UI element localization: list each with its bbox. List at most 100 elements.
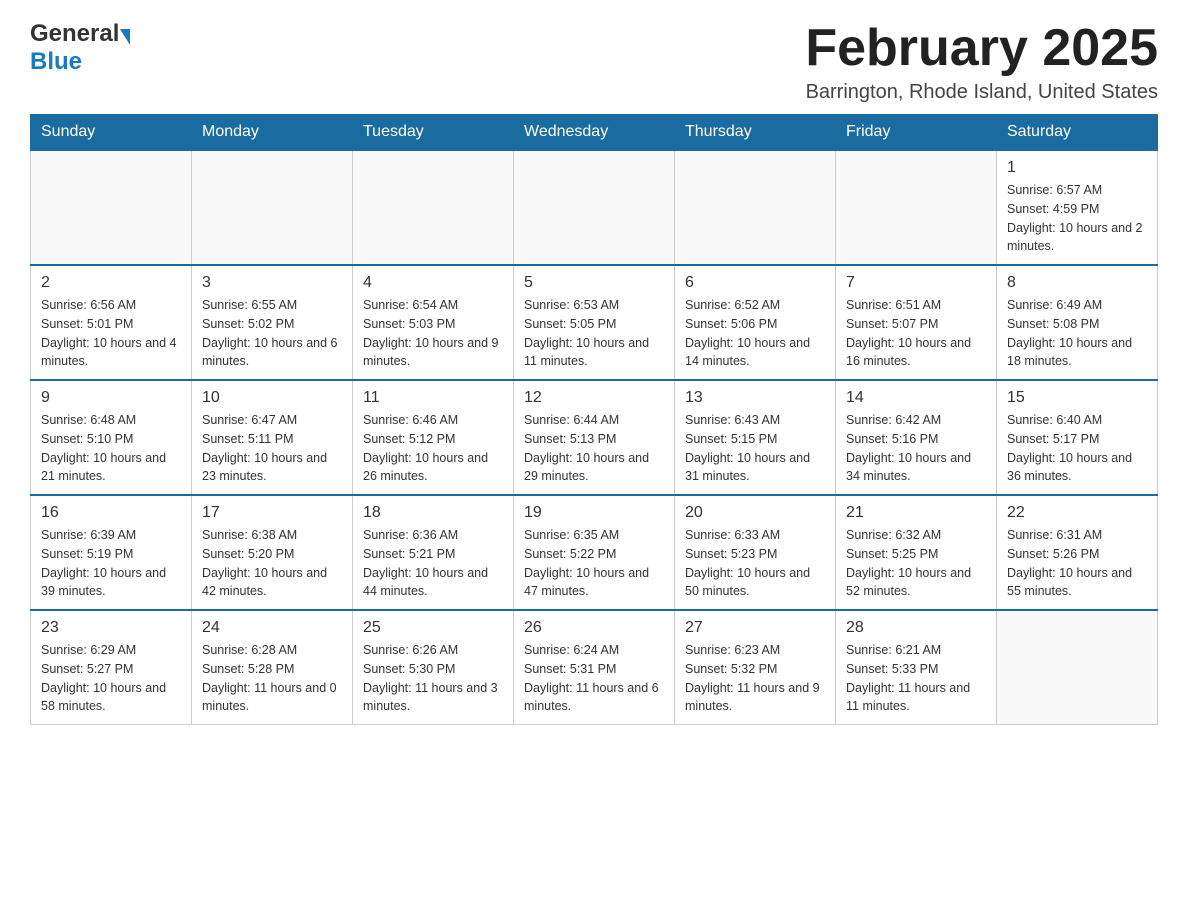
calendar-week-row: 23 Sunrise: 6:29 AM Sunset: 5:27 PM Dayli…: [31, 610, 1158, 725]
day-info: Sunrise: 6:52 AM Sunset: 5:06 PM Dayligh…: [685, 296, 825, 371]
calendar-cell: 27 Sunrise: 6:23 AM Sunset: 5:32 PM Dayli…: [675, 610, 836, 725]
calendar-cell: 10 Sunrise: 6:47 AM Sunset: 5:11 PM Dayli…: [192, 380, 353, 495]
day-number: 24: [202, 619, 342, 637]
calendar-cell: 2 Sunrise: 6:56 AM Sunset: 5:01 PM Daylig…: [31, 265, 192, 380]
calendar-cell: 12 Sunrise: 6:44 AM Sunset: 5:13 PM Dayli…: [514, 380, 675, 495]
day-info: Sunrise: 6:54 AM Sunset: 5:03 PM Dayligh…: [363, 296, 503, 371]
day-info: Sunrise: 6:56 AM Sunset: 5:01 PM Dayligh…: [41, 296, 181, 371]
calendar-cell: 26Sunrise: 6:24 AM Sunset: 5:31 PM Dayli…: [514, 610, 675, 725]
calendar-cell: 9 Sunrise: 6:48 AM Sunset: 5:10 PM Daylig…: [31, 380, 192, 495]
day-info: Sunrise: 6:47 AM Sunset: 5:11 PM Dayligh…: [202, 411, 342, 486]
title-block: February 2025 Barrington, Rhode Island, …: [805, 20, 1158, 104]
day-info: Sunrise: 6:24 AM Sunset: 5:31 PM Dayligh…: [524, 641, 664, 716]
calendar-cell: [675, 150, 836, 265]
day-number: 14: [846, 389, 986, 407]
day-info: Sunrise: 6:53 AM Sunset: 5:05 PM Dayligh…: [524, 296, 664, 371]
calendar-cell: 22Sunrise: 6:31 AM Sunset: 5:26 PM Dayli…: [997, 495, 1158, 610]
day-number: 6: [685, 274, 825, 292]
calendar-cell: 7 Sunrise: 6:51 AM Sunset: 5:07 PM Daylig…: [836, 265, 997, 380]
calendar-cell: 16Sunrise: 6:39 AM Sunset: 5:19 PM Dayli…: [31, 495, 192, 610]
calendar-cell: [836, 150, 997, 265]
day-info: Sunrise: 6:49 AM Sunset: 5:08 PM Dayligh…: [1007, 296, 1147, 371]
day-info: Sunrise: 6:39 AM Sunset: 5:19 PM Dayligh…: [41, 526, 181, 601]
day-number: 28: [846, 619, 986, 637]
calendar-week-row: 16Sunrise: 6:39 AM Sunset: 5:19 PM Dayli…: [31, 495, 1158, 610]
day-number: 7: [846, 274, 986, 292]
day-info: Sunrise: 6:38 AM Sunset: 5:20 PM Dayligh…: [202, 526, 342, 601]
day-number: 10: [202, 389, 342, 407]
calendar-cell: 6 Sunrise: 6:52 AM Sunset: 5:06 PM Daylig…: [675, 265, 836, 380]
column-header-tuesday: Tuesday: [353, 115, 514, 151]
column-header-friday: Friday: [836, 115, 997, 151]
calendar-cell: 20 Sunrise: 6:33 AM Sunset: 5:23 PM Dayli…: [675, 495, 836, 610]
day-info: Sunrise: 6:55 AM Sunset: 5:02 PM Dayligh…: [202, 296, 342, 371]
calendar-week-row: 2 Sunrise: 6:56 AM Sunset: 5:01 PM Daylig…: [31, 265, 1158, 380]
day-info: Sunrise: 6:48 AM Sunset: 5:10 PM Dayligh…: [41, 411, 181, 486]
calendar-cell: 19 Sunrise: 6:35 AM Sunset: 5:22 PM Dayli…: [514, 495, 675, 610]
column-header-wednesday: Wednesday: [514, 115, 675, 151]
logo-blue-text: Blue: [30, 48, 82, 76]
calendar-table: SundayMondayTuesdayWednesdayThursdayFrid…: [30, 114, 1158, 725]
calendar-week-row: 1 Sunrise: 6:57 AM Sunset: 4:59 PM Daylig…: [31, 150, 1158, 265]
calendar-cell: 18Sunrise: 6:36 AM Sunset: 5:21 PM Dayli…: [353, 495, 514, 610]
day-info: Sunrise: 6:42 AM Sunset: 5:16 PM Dayligh…: [846, 411, 986, 486]
calendar-cell: 24 Sunrise: 6:28 AM Sunset: 5:28 PM Dayli…: [192, 610, 353, 725]
calendar-cell: 25 Sunrise: 6:26 AM Sunset: 5:30 PM Dayli…: [353, 610, 514, 725]
day-info: Sunrise: 6:40 AM Sunset: 5:17 PM Dayligh…: [1007, 411, 1147, 486]
column-header-saturday: Saturday: [997, 115, 1158, 151]
calendar-cell: 21 Sunrise: 6:32 AM Sunset: 5:25 PM Dayli…: [836, 495, 997, 610]
calendar-cell: 8Sunrise: 6:49 AM Sunset: 5:08 PM Daylig…: [997, 265, 1158, 380]
day-info: Sunrise: 6:57 AM Sunset: 4:59 PM Dayligh…: [1007, 181, 1147, 256]
day-number: 19: [524, 504, 664, 522]
day-number: 21: [846, 504, 986, 522]
day-info: Sunrise: 6:35 AM Sunset: 5:22 PM Dayligh…: [524, 526, 664, 601]
day-number: 2: [41, 274, 181, 292]
page-header: General Blue February 2025 Barrington, R…: [30, 20, 1158, 104]
month-title: February 2025: [805, 20, 1158, 77]
day-number: 4: [363, 274, 503, 292]
day-info: Sunrise: 6:23 AM Sunset: 5:32 PM Dayligh…: [685, 641, 825, 716]
day-number: 20: [685, 504, 825, 522]
day-number: 17: [202, 504, 342, 522]
calendar-cell: 11Sunrise: 6:46 AM Sunset: 5:12 PM Dayli…: [353, 380, 514, 495]
column-header-monday: Monday: [192, 115, 353, 151]
calendar-cell: 23 Sunrise: 6:29 AM Sunset: 5:27 PM Dayli…: [31, 610, 192, 725]
day-number: 18: [363, 504, 503, 522]
calendar-cell: 3 Sunrise: 6:55 AM Sunset: 5:02 PM Daylig…: [192, 265, 353, 380]
day-info: Sunrise: 6:28 AM Sunset: 5:28 PM Dayligh…: [202, 641, 342, 716]
day-number: 25: [363, 619, 503, 637]
calendar-cell: [192, 150, 353, 265]
calendar-week-row: 9 Sunrise: 6:48 AM Sunset: 5:10 PM Daylig…: [31, 380, 1158, 495]
day-number: 15: [1007, 389, 1147, 407]
calendar-cell: [514, 150, 675, 265]
day-info: Sunrise: 6:21 AM Sunset: 5:33 PM Dayligh…: [846, 641, 986, 716]
column-header-sunday: Sunday: [31, 115, 192, 151]
calendar-cell: 15 Sunrise: 6:40 AM Sunset: 5:17 PM Dayli…: [997, 380, 1158, 495]
calendar-cell: 28 Sunrise: 6:21 AM Sunset: 5:33 PM Dayli…: [836, 610, 997, 725]
day-info: Sunrise: 6:26 AM Sunset: 5:30 PM Dayligh…: [363, 641, 503, 716]
day-info: Sunrise: 6:33 AM Sunset: 5:23 PM Dayligh…: [685, 526, 825, 601]
calendar-cell: [353, 150, 514, 265]
day-info: Sunrise: 6:29 AM Sunset: 5:27 PM Dayligh…: [41, 641, 181, 716]
column-header-thursday: Thursday: [675, 115, 836, 151]
calendar-cell: [997, 610, 1158, 725]
day-number: 13: [685, 389, 825, 407]
day-number: 3: [202, 274, 342, 292]
calendar-cell: 4 Sunrise: 6:54 AM Sunset: 5:03 PM Daylig…: [353, 265, 514, 380]
location-title: Barrington, Rhode Island, United States: [805, 81, 1158, 104]
day-number: 11: [363, 389, 503, 407]
day-number: 9: [41, 389, 181, 407]
calendar-cell: 5Sunrise: 6:53 AM Sunset: 5:05 PM Daylig…: [514, 265, 675, 380]
calendar-cell: 14 Sunrise: 6:42 AM Sunset: 5:16 PM Dayli…: [836, 380, 997, 495]
logo-arrow-icon: [120, 29, 130, 45]
day-info: Sunrise: 6:32 AM Sunset: 5:25 PM Dayligh…: [846, 526, 986, 601]
day-number: 12: [524, 389, 664, 407]
day-info: Sunrise: 6:31 AM Sunset: 5:26 PM Dayligh…: [1007, 526, 1147, 601]
day-number: 23: [41, 619, 181, 637]
day-info: Sunrise: 6:44 AM Sunset: 5:13 PM Dayligh…: [524, 411, 664, 486]
calendar-header-row: SundayMondayTuesdayWednesdayThursdayFrid…: [31, 115, 1158, 151]
calendar-cell: 13Sunrise: 6:43 AM Sunset: 5:15 PM Dayli…: [675, 380, 836, 495]
day-number: 1: [1007, 159, 1147, 177]
day-info: Sunrise: 6:51 AM Sunset: 5:07 PM Dayligh…: [846, 296, 986, 371]
day-number: 27: [685, 619, 825, 637]
